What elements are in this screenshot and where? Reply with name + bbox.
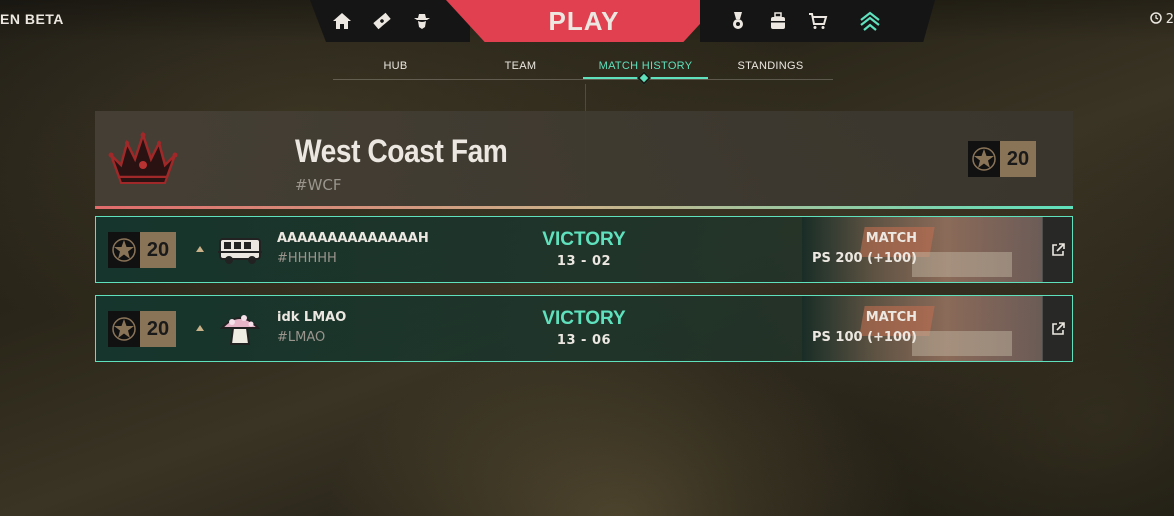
map-thumbnail [802, 296, 1042, 361]
player-name: idk LMAO [277, 310, 347, 325]
crown-icon [105, 129, 181, 189]
clock-value: 2 [1165, 12, 1174, 27]
play-button[interactable]: PLAY [446, 0, 722, 42]
medal-icon[interactable] [718, 0, 758, 42]
tab-label: MATCH HISTORY [598, 60, 693, 72]
external-link-icon [1051, 242, 1065, 256]
team-rank-badge: 20 [968, 141, 1036, 177]
player-tag: #HHHHH [277, 251, 337, 266]
match-row[interactable]: 20 idk LMAO #LMAO VICTORY 13 - 06 MATCH … [95, 295, 1073, 362]
match-result: VICTORY [542, 308, 626, 329]
player-name: AAAAAAAAAAAAAAH [277, 231, 429, 246]
tab-bar: HUB TEAM MATCH HISTORY STANDINGS [333, 58, 833, 86]
star-icon [108, 311, 140, 347]
rank-number: 20 [1000, 141, 1036, 177]
player-tag: #LMAO [277, 330, 326, 345]
rank-number: 20 [140, 311, 176, 347]
tab-label: HUB [383, 60, 408, 72]
match-mode: MATCH [865, 231, 917, 246]
match-score: 13 - 06 [556, 333, 612, 348]
tab-label: TEAM [504, 60, 537, 72]
match-row[interactable]: 20 AAAAAAAAAAAAAAH #HHHHH VICTORY 13 - 0… [95, 216, 1073, 283]
rank-up-icon [196, 325, 204, 331]
star-icon [108, 232, 140, 268]
backpack-icon[interactable] [758, 0, 798, 42]
match-points: PS 200 (+100) [812, 251, 917, 266]
chevron-up-icon[interactable] [850, 0, 890, 42]
rank-up-icon [196, 246, 204, 252]
open-match-button[interactable] [1042, 296, 1072, 361]
tab-label: STANDINGS [737, 60, 804, 72]
match-points: PS 100 (+100) [812, 330, 917, 345]
tab-team[interactable]: TEAM [458, 58, 583, 79]
team-header-card: West Coast Fam #WCF 20 [95, 111, 1073, 209]
clock-icon [1149, 12, 1162, 24]
open-match-button[interactable] [1042, 217, 1072, 282]
match-mode: MATCH [865, 310, 917, 325]
external-link-icon [1051, 321, 1065, 335]
team-name: West Coast Fam [295, 133, 508, 169]
team-tag: #WCF [295, 176, 342, 194]
bus-icon [216, 229, 264, 269]
top-bar: EN BETA PLAY 2 [0, 0, 1174, 42]
match-result: VICTORY [542, 229, 626, 250]
mushroom-icon [216, 308, 264, 348]
star-icon [968, 141, 1000, 177]
ticket-icon[interactable] [362, 0, 402, 42]
left-nav [310, 0, 470, 42]
rank-badge: 20 [108, 311, 176, 347]
rank-badge: 20 [108, 232, 176, 268]
map-thumbnail [802, 217, 1042, 282]
active-tab-indicator [636, 70, 652, 86]
cart-icon[interactable] [798, 0, 838, 42]
clock-indicator: 2 [1149, 12, 1174, 27]
agent-icon[interactable] [402, 0, 442, 42]
tab-standings[interactable]: STANDINGS [708, 58, 833, 79]
match-score: 13 - 02 [556, 254, 612, 269]
right-nav [700, 0, 935, 42]
home-icon[interactable] [322, 0, 362, 42]
rank-number: 20 [140, 232, 176, 268]
tab-hub[interactable]: HUB [333, 58, 458, 79]
tab-match-history[interactable]: MATCH HISTORY [583, 58, 708, 86]
beta-label: EN BETA [0, 11, 64, 27]
